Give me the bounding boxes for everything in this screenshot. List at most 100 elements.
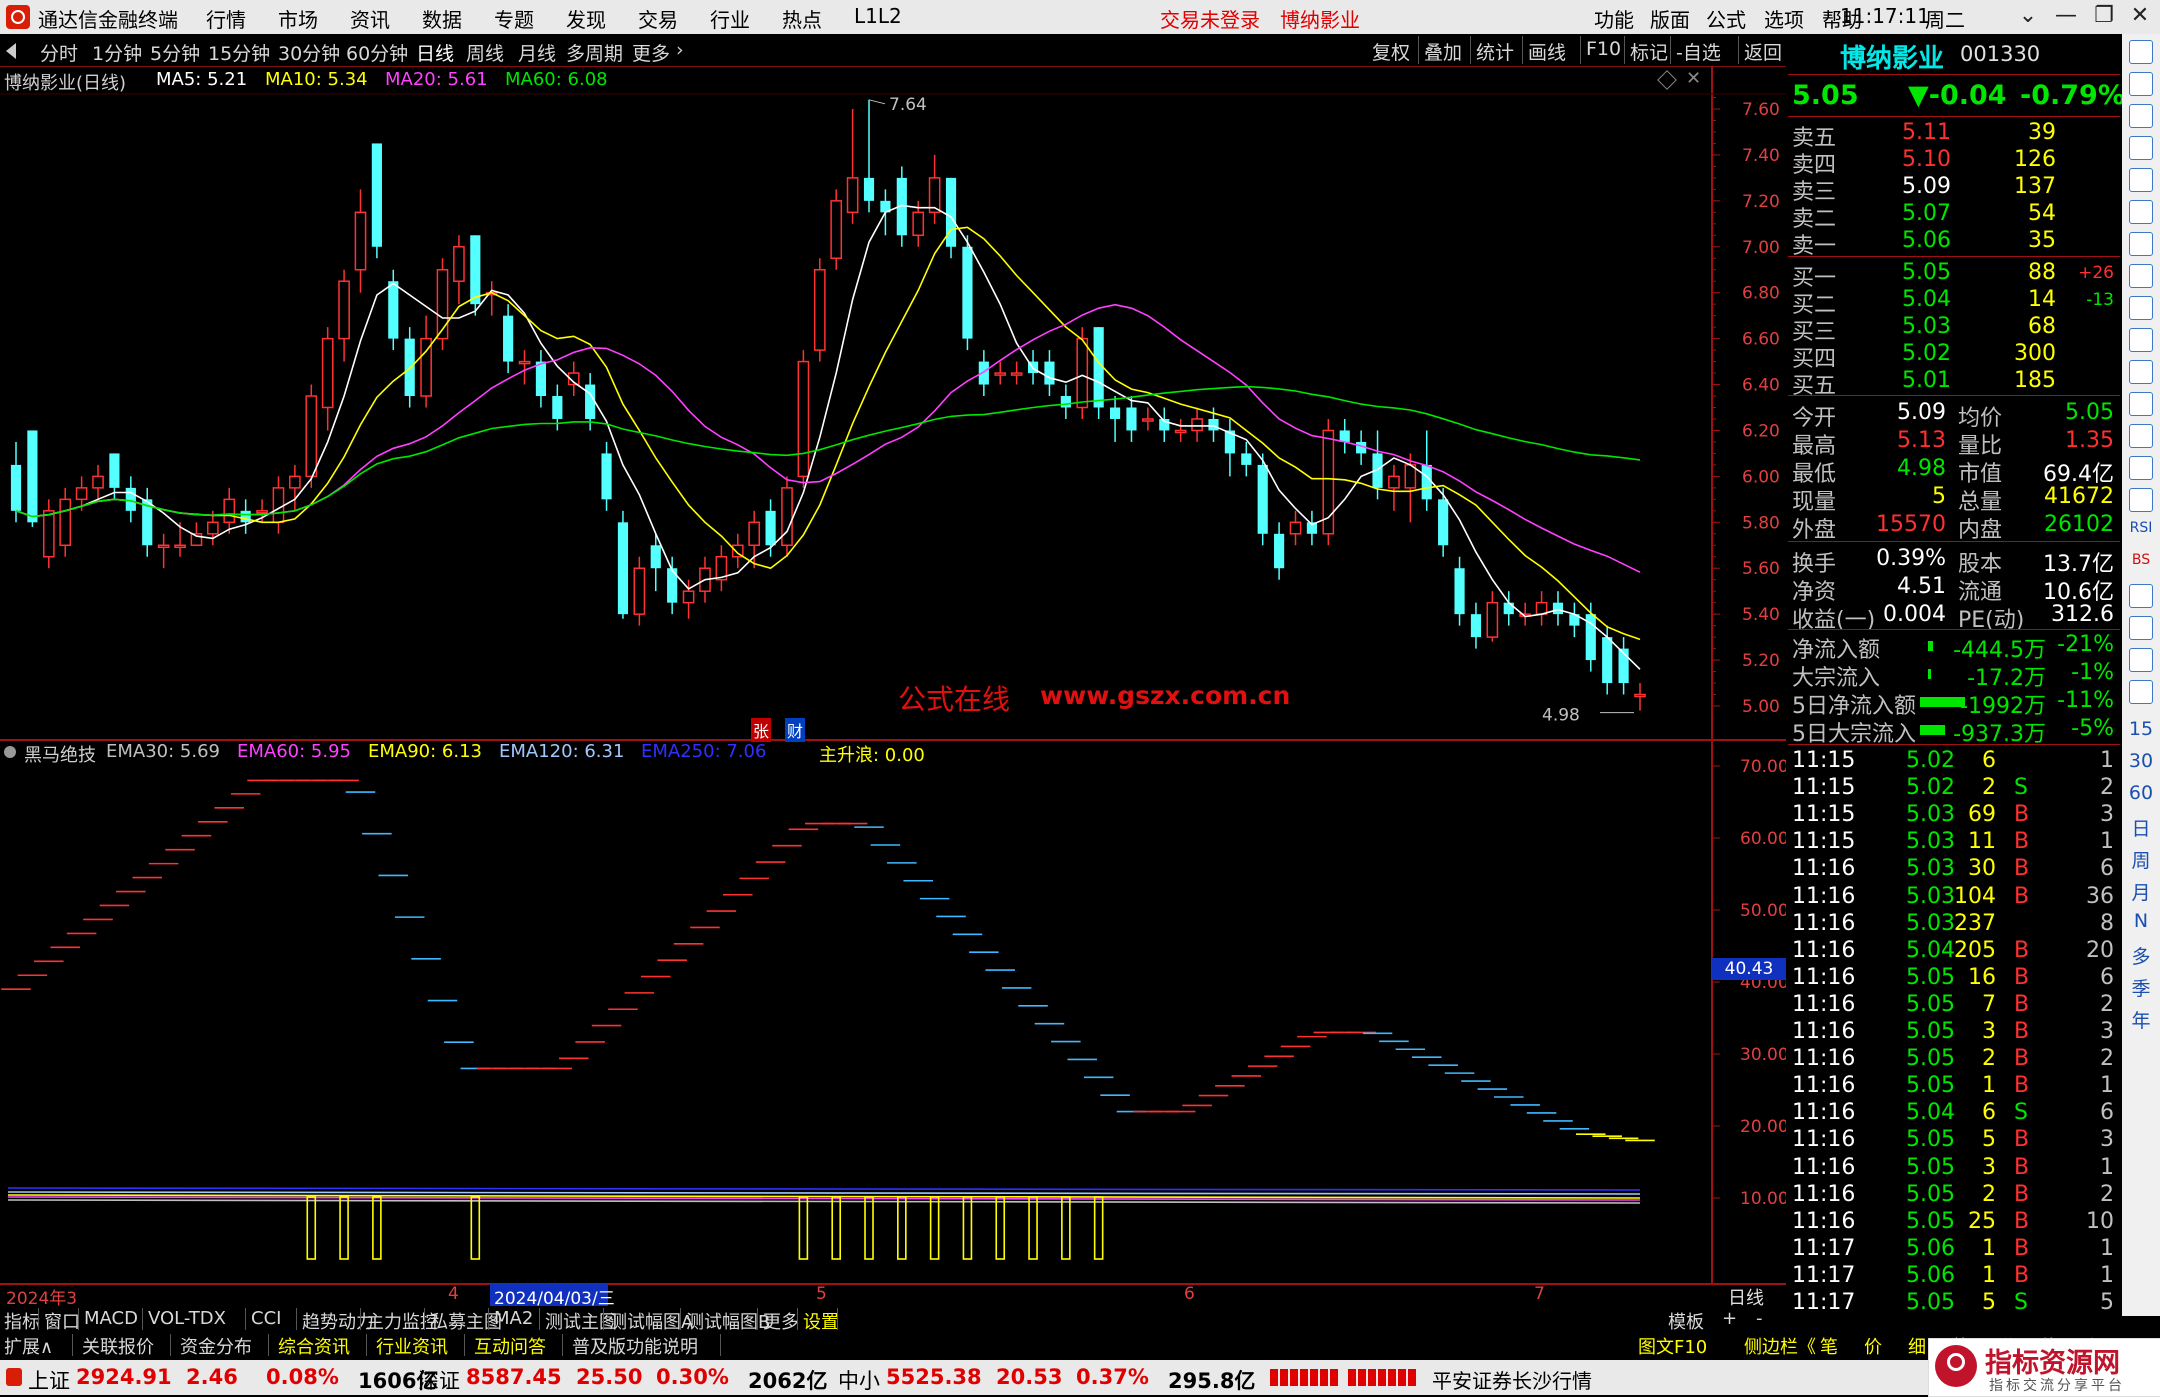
window-icon[interactable] — [2129, 40, 2153, 64]
tool-1[interactable]: 叠加 — [1424, 38, 1462, 65]
chart-area[interactable]: 7.60 7.40 7.20 7.00 6.80 6.60 6.40 6.20 6.00 5.80… — [0, 66, 1786, 1316]
tick-row[interactable]: 11:16 5.03 237 8 — [1792, 911, 2116, 938]
sidebar-period-2[interactable]: 15 — [2122, 718, 2160, 740]
indicator-tab-9[interactable]: 测试主图 — [545, 1308, 617, 1334]
share-icon[interactable] — [2129, 680, 2153, 704]
right-menu-0[interactable]: 功能 — [1594, 4, 1634, 33]
minimize-icon[interactable]: — — [2048, 2, 2084, 30]
tick-list[interactable]: 11:15 5.02 6 1 11:15 5.02 2 S 2 11:15 5.03 69 B 3 11:1… — [1788, 746, 2120, 1316]
extension-tab-3[interactable]: 综合资讯 — [278, 1333, 350, 1359]
sidebar-period-6[interactable]: 周 — [2122, 846, 2160, 873]
tabs2-right-2[interactable]: 笔 — [1820, 1333, 1838, 1359]
formula-icon[interactable] — [2129, 648, 2153, 672]
sidebar-rsi[interactable]: RSI — [2122, 520, 2160, 536]
doc-icon[interactable] — [2129, 392, 2153, 416]
tick-row[interactable]: 11:17 5.05 5 S 5 — [1792, 1290, 2116, 1316]
brand-badge[interactable]: 指标资源网 指标交流分享平台 — [1928, 1338, 2160, 1397]
tick-row[interactable]: 11:17 5.06 1 B 1 — [1792, 1236, 2116, 1263]
period-tab-5[interactable]: 60分钟 — [346, 39, 408, 66]
tabs1-right-1[interactable]: + — [1722, 1308, 1737, 1329]
sidebar-bs[interactable]: BS — [2122, 552, 2160, 568]
restore-icon[interactable]: ❐ — [2086, 2, 2122, 30]
indicator-tab-1[interactable]: 窗口 — [44, 1308, 80, 1334]
indicator-tab-6[interactable]: 主力监控 — [366, 1308, 438, 1334]
more-chevron-icon[interactable]: › — [676, 39, 684, 61]
extension-tab-5[interactable]: 互动问答 — [474, 1333, 546, 1359]
index-name-0[interactable]: 上证 — [28, 1365, 70, 1395]
book-icon[interactable] — [2129, 488, 2153, 512]
sidebar-period-7[interactable]: 月 — [2122, 878, 2160, 905]
index-name-2[interactable]: 中小 — [838, 1365, 880, 1395]
indicator-tab-0[interactable]: 指标 — [4, 1308, 40, 1334]
up-arrow-icon[interactable] — [2129, 72, 2153, 96]
tool-4[interactable]: F10 — [1586, 38, 1621, 60]
tabs1-right-0[interactable]: 模板 — [1668, 1308, 1704, 1334]
period-tab-4[interactable]: 30分钟 — [278, 39, 340, 66]
tick-row[interactable]: 11:16 5.05 1 B 1 — [1792, 1073, 2116, 1100]
tick-row[interactable]: 11:16 5.05 5 B 3 — [1792, 1127, 2116, 1154]
right-menu-2[interactable]: 公式 — [1706, 4, 1746, 33]
indicator-tab-13[interactable]: 设置 — [803, 1308, 839, 1334]
index-name-1[interactable]: 深证 — [418, 1365, 460, 1395]
tick-row[interactable]: 11:16 5.05 2 B 2 — [1792, 1182, 2116, 1209]
list-icon[interactable] — [2129, 296, 2153, 320]
indicator-tab-5[interactable]: 趋势动力 — [302, 1308, 374, 1334]
tool-6[interactable]: -自选 — [1676, 38, 1721, 65]
f2-icon[interactable] — [2129, 424, 2153, 448]
period-tab-2[interactable]: 5分钟 — [150, 39, 200, 66]
sidebar-period-4[interactable]: 60 — [2122, 782, 2160, 804]
zhang-tag[interactable]: 张 — [751, 718, 772, 742]
chart-line-icon[interactable] — [2129, 232, 2153, 256]
indicator-tab-3[interactable]: VOL-TDX — [148, 1308, 226, 1329]
indicator-toggle-icon[interactable] — [4, 746, 16, 758]
sidebar-period-3[interactable]: 30 — [2122, 750, 2160, 772]
tick-row[interactable]: 11:16 5.05 16 B 6 — [1792, 965, 2116, 992]
tabs2-right-3[interactable]: 价 — [1864, 1333, 1882, 1359]
indicator-tab-8[interactable]: MA2 — [494, 1308, 533, 1329]
tick-row[interactable]: 11:16 5.04 205 B 20 — [1792, 938, 2116, 965]
menu-dropdown-icon[interactable]: ⌄ — [2010, 2, 2046, 30]
tick-row[interactable]: 11:16 5.03 104 B 36 — [1792, 884, 2116, 911]
tool-2[interactable]: 统计 — [1476, 38, 1514, 65]
tick-row[interactable]: 11:15 5.03 11 B 1 — [1792, 829, 2116, 856]
tick-row[interactable]: 11:16 5.05 3 B 3 — [1792, 1019, 2116, 1046]
extension-tab-2[interactable]: 资金分布 — [180, 1333, 252, 1359]
tick-row[interactable]: 11:16 5.05 2 B 2 — [1792, 1046, 2116, 1073]
right-menu-3[interactable]: 选项 — [1764, 4, 1804, 33]
tick-row[interactable]: 11:15 5.02 6 1 — [1792, 748, 2116, 775]
period-tab-1[interactable]: 1分钟 — [92, 39, 142, 66]
period-tab-6[interactable]: 日线 — [416, 39, 455, 66]
pen-icon[interactable] — [2129, 616, 2153, 640]
sidebar-period-8[interactable]: N — [2122, 910, 2160, 932]
tick-row[interactable]: 11:15 5.03 69 B 3 — [1792, 802, 2116, 829]
period-tab-8[interactable]: 月线 — [518, 39, 556, 66]
period-tab-7[interactable]: 周线 — [466, 39, 504, 66]
period-tab-0[interactable]: 分时 — [40, 39, 78, 66]
grid-icon[interactable] — [2129, 200, 2153, 224]
extension-tab-4[interactable]: 行业资讯 — [376, 1333, 448, 1359]
indicator-tab-2[interactable]: MACD — [84, 1308, 138, 1329]
right-menu-1[interactable]: 版面 — [1650, 4, 1690, 33]
tick-row[interactable]: 11:17 5.06 1 B 1 — [1792, 1263, 2116, 1290]
cai-tag[interactable]: 财 — [785, 718, 806, 742]
tool-0[interactable]: 复权 — [1372, 38, 1410, 65]
tick-row[interactable]: 11:16 5.05 3 B 1 — [1792, 1155, 2116, 1182]
fund-icon[interactable] — [2129, 328, 2153, 352]
period-tab-10[interactable]: 更多 — [632, 39, 670, 66]
period-tab-9[interactable]: 多周期 — [566, 39, 623, 66]
tool-7[interactable]: 返回 — [1744, 38, 1782, 65]
cross-icon[interactable] — [2129, 584, 2153, 608]
tick-row[interactable]: 11:16 5.05 25 B 10 — [1792, 1209, 2116, 1236]
extension-tab-1[interactable]: 关联报价 — [82, 1333, 154, 1359]
ring-icon[interactable] — [2129, 456, 2153, 480]
tool-3[interactable]: 画线 — [1528, 38, 1566, 65]
table-icon[interactable] — [2129, 360, 2153, 384]
sidebar-period-10[interactable]: 季 — [2122, 974, 2160, 1001]
tabs2-right-1[interactable]: 侧边栏《 — [1744, 1333, 1816, 1359]
up-icon[interactable] — [2129, 104, 2153, 128]
tick-row[interactable]: 11:16 5.03 30 B 6 — [1792, 856, 2116, 883]
tick-row[interactable]: 11:15 5.02 2 S 2 — [1792, 775, 2116, 802]
tool-5[interactable]: 标记 — [1630, 38, 1668, 65]
sidebar-period-5[interactable]: 日 — [2122, 814, 2160, 841]
sidebar-period-11[interactable]: 年 — [2122, 1006, 2160, 1033]
